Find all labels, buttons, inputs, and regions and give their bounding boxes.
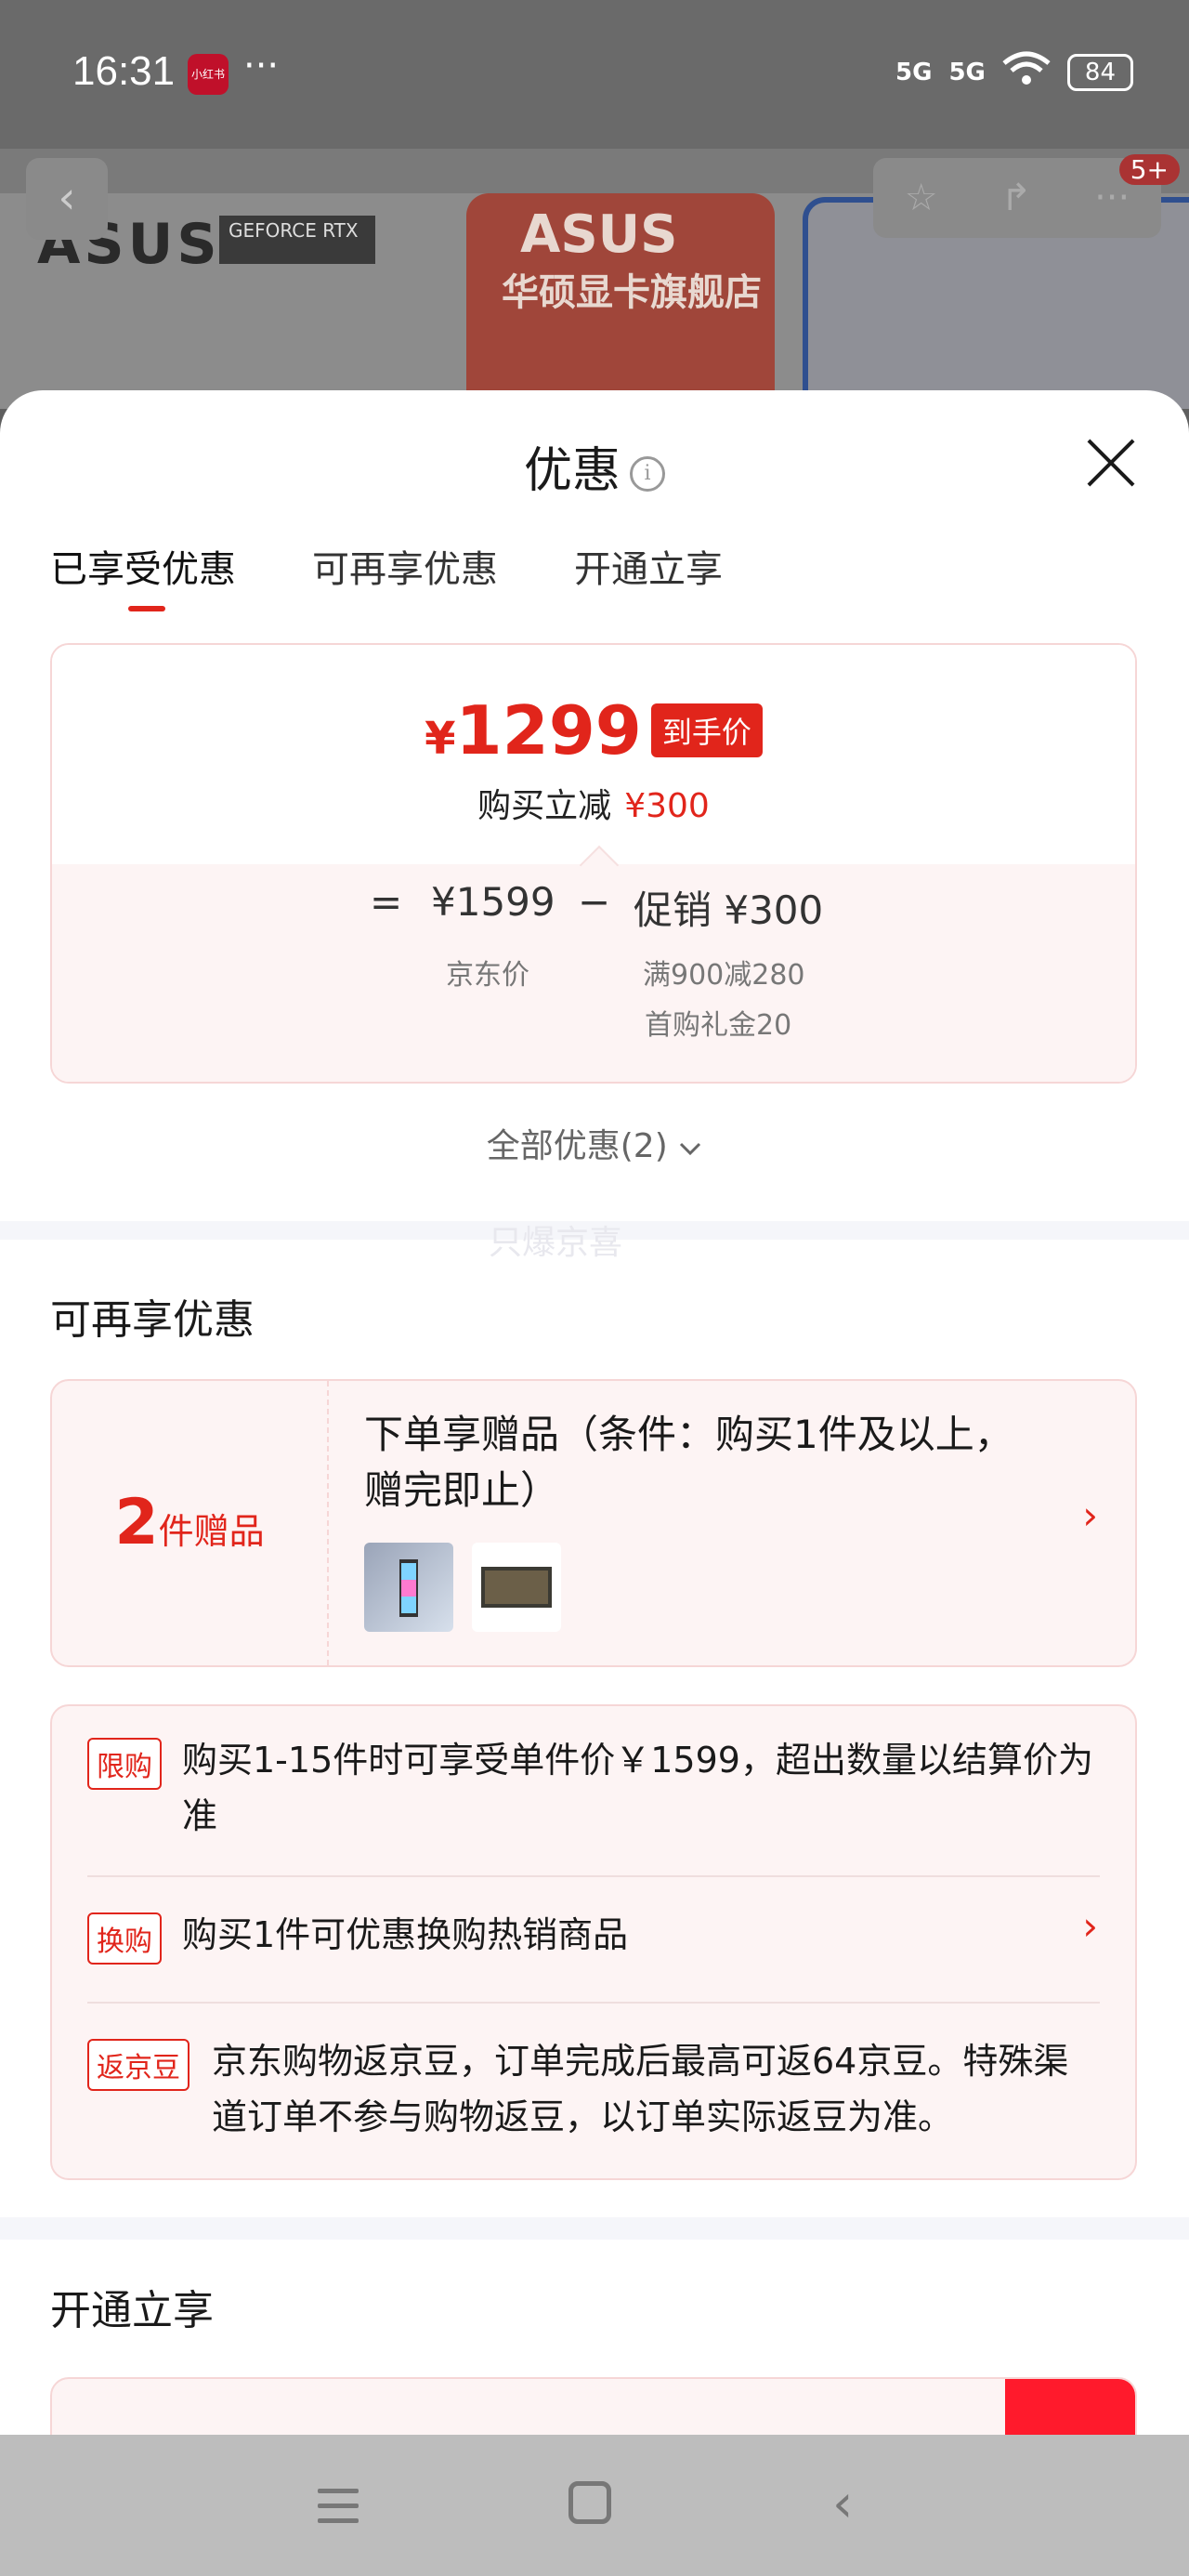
jd-price-label: 京东价 — [446, 959, 529, 992]
back-icon[interactable]: ‹ — [832, 2474, 853, 2534]
currency-symbol: ¥ — [425, 713, 456, 765]
rule-text-limit: 购买1-15件时可享受单件价￥1599，超出数量以结算价为准 — [182, 1740, 1093, 1836]
final-price-row: ¥1299 到手价 — [52, 691, 1135, 769]
close-button[interactable] — [1085, 437, 1137, 489]
price-breakdown: = ¥1599 京东价 − 促销 ¥300 满900减280 首购礼金20 — [52, 864, 1135, 1082]
promo-detail-2: 首购礼金20 — [645, 1009, 792, 1042]
gift-count-block: 2件赠品 — [52, 1381, 329, 1665]
back-button[interactable]: ‹ — [26, 158, 108, 240]
rule-text-beans: 京东购物返京豆，订单完成后最高可返64京豆。特殊渠道订单不参与购物返豆，以订单实… — [212, 2041, 1069, 2137]
gift-card[interactable]: 2件赠品 下单享赠品（条件：购买1件及以上，赠完即止） › — [50, 1379, 1137, 1667]
top-actions: ☆ ↱ ··· — [873, 158, 1161, 238]
chevron-down-icon — [678, 1127, 702, 1165]
gift-thumbnail-2[interactable] — [472, 1543, 561, 1632]
home-icon[interactable] — [568, 2481, 611, 2524]
gift-count: 2 — [114, 1486, 159, 1559]
promo-total: 促销 ¥300 — [634, 887, 824, 933]
minus-sign: − — [578, 879, 611, 925]
open-button[interactable] — [1005, 2379, 1135, 2435]
battery-icon: 84 — [1066, 53, 1133, 91]
wifi-icon — [1002, 50, 1051, 94]
signal-icon-2: 5G — [948, 58, 986, 86]
rule-tag-beans: 返京豆 — [87, 2039, 189, 2091]
app-notification-icon: 小红书 — [188, 54, 229, 95]
open-section-title: 开通立享 — [50, 2287, 214, 2334]
section-divider — [0, 2217, 1189, 2240]
shop-brand: ASUS — [520, 204, 678, 265]
rule-tag-limit: 限购 — [87, 1738, 162, 1790]
final-price-tag: 到手价 — [650, 703, 763, 757]
sheet-title: 优惠 i — [0, 431, 1189, 501]
status-time: 16:31 — [72, 48, 176, 94]
chevron-right-icon: › — [1082, 1903, 1098, 1949]
tab-enjoyed[interactable]: 已享受优惠 — [50, 539, 236, 611]
reduce-label: 购买立减 — [477, 787, 612, 825]
status-indicators: 5G 5G 84 — [895, 50, 1133, 94]
rule-text-exchange: 购买1件可优惠换购热销商品 — [182, 1914, 629, 1955]
rules-card: 限购 购买1-15件时可享受单件价￥1599，超出数量以结算价为准 换购 购买1… — [50, 1704, 1137, 2180]
more-icon[interactable]: ··· — [1094, 177, 1130, 219]
share-icon[interactable]: ↱ — [1000, 177, 1032, 219]
background-page: 16:31 小红书 ··· 5G 5G 84 ASUS GEFORCE RTX … — [0, 0, 1189, 409]
tab-open[interactable]: 开通立享 — [574, 539, 723, 593]
shop-name: 华硕显卡旗舰店 — [502, 271, 762, 314]
more-section-title: 可再享优惠 — [50, 1296, 255, 1344]
chevron-right-icon: › — [1082, 1492, 1098, 1538]
system-nav-bar: ‹ — [0, 2435, 1189, 2576]
more-notifications-icon: ··· — [243, 45, 280, 87]
promo-tabs: 已享受优惠 可再享优惠 开通立享 — [50, 539, 723, 611]
all-promos-link[interactable]: 全部优惠(2) — [0, 1119, 1189, 1167]
divider — [87, 1875, 1100, 1877]
divider — [87, 2002, 1100, 2004]
tab-more[interactable]: 可再享优惠 — [312, 539, 498, 593]
rule-tag-exchange: 换购 — [87, 1912, 162, 1965]
equals-sign: = — [370, 879, 403, 925]
reduce-value: ¥300 — [624, 787, 710, 825]
menu-icon[interactable] — [318, 2489, 359, 2533]
gift-unit: 件赠品 — [158, 1511, 265, 1552]
chevron-left-icon: ‹ — [58, 172, 76, 224]
gift-description: 下单享赠品（条件：购买1件及以上，赠完即止） — [364, 1412, 1013, 1513]
reduce-row: 购买立减 ¥300 — [52, 779, 1135, 827]
watermark: 只爆京喜 — [489, 1224, 623, 1262]
final-price: ¥1299 — [425, 691, 642, 769]
price-card: ¥1299 到手价 购买立减 ¥300 = ¥1599 京东价 − 促销 ¥300 … — [50, 643, 1137, 1084]
gift-thumbnail-1[interactable] — [364, 1543, 453, 1632]
all-promos-label: 全部优惠(2) — [486, 1127, 668, 1165]
jd-price: ¥1599 — [431, 879, 555, 925]
sheet-title-text: 优惠 — [523, 443, 621, 499]
status-bar: 16:31 小红书 ··· 5G 5G 84 — [0, 0, 1189, 149]
gpu-badge: GEFORCE RTX — [219, 216, 375, 264]
promo-detail-1: 满900减280 — [643, 959, 805, 992]
signal-icon: 5G — [895, 58, 933, 86]
message-count-badge: 5+ — [1118, 154, 1180, 185]
star-icon[interactable]: ☆ — [905, 177, 938, 219]
info-icon[interactable]: i — [630, 456, 665, 492]
promotion-sheet: 优惠 i 已享受优惠 可再享优惠 开通立享 ¥1299 到手价 购买立减 ¥300 =… — [0, 390, 1189, 2435]
final-price-value: 1299 — [455, 691, 642, 769]
open-card[interactable] — [50, 2377, 1137, 2435]
price-summary: ¥1299 到手价 购买立减 ¥300 — [52, 645, 1135, 864]
